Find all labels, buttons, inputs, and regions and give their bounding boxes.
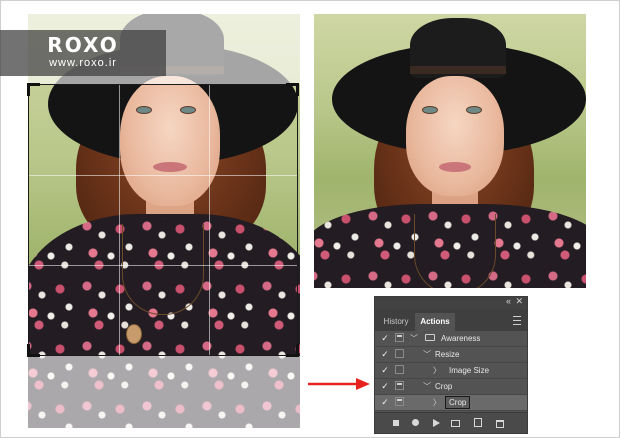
dialog-toggle-icon[interactable] bbox=[395, 333, 404, 342]
toggle-check-icon[interactable]: ✓ bbox=[379, 348, 391, 361]
right-photo bbox=[314, 14, 586, 288]
dialog-toggle-icon[interactable] bbox=[395, 397, 404, 406]
crop-grid-line bbox=[29, 265, 297, 266]
trash-icon[interactable] bbox=[495, 418, 505, 428]
crop-handle-top-right[interactable] bbox=[286, 83, 299, 96]
action-row-crop-step[interactable]: ✓ 〉 Crop bbox=[375, 395, 527, 411]
crop-grid-line bbox=[209, 85, 210, 355]
stop-icon[interactable] bbox=[391, 418, 401, 428]
toggle-check-icon[interactable]: ✓ bbox=[379, 364, 391, 377]
close-panel-icon[interactable]: ✕ bbox=[515, 296, 523, 307]
watermark-logo: ROXO bbox=[47, 33, 119, 57]
watermark: ROXO www.roxo.ir bbox=[0, 30, 166, 76]
actions-panel: « ✕ History Actions ✓ ﹀ Awareness ✓ ﹀ Re… bbox=[374, 296, 528, 434]
action-label: Crop bbox=[435, 382, 453, 391]
expand-chevron-icon[interactable]: ﹀ bbox=[423, 349, 431, 360]
collapse-panel-icon[interactable]: « bbox=[506, 296, 511, 306]
action-row-image-size[interactable]: ✓ 〉 Image Size bbox=[375, 363, 527, 379]
tab-actions[interactable]: Actions bbox=[415, 313, 455, 331]
dialog-toggle-icon[interactable] bbox=[395, 381, 404, 390]
action-label: Crop bbox=[445, 396, 471, 409]
toggle-check-icon[interactable]: ✓ bbox=[379, 332, 391, 345]
crop-handle-bottom-left[interactable] bbox=[27, 344, 40, 357]
crop-grid-line bbox=[119, 85, 120, 355]
expand-chevron-icon[interactable]: 〉 bbox=[433, 397, 441, 408]
expand-chevron-icon[interactable]: ﹀ bbox=[410, 333, 418, 344]
action-label: Resize bbox=[435, 350, 460, 359]
action-row-awareness[interactable]: ✓ ﹀ Awareness bbox=[375, 331, 527, 347]
expand-chevron-icon[interactable]: 〉 bbox=[433, 365, 441, 376]
record-icon[interactable] bbox=[411, 418, 421, 428]
new-action-icon[interactable] bbox=[473, 418, 483, 428]
action-row-resize[interactable]: ✓ ﹀ Resize bbox=[375, 347, 527, 363]
action-label: Image Size bbox=[449, 366, 490, 375]
action-row-crop[interactable]: ✓ ﹀ Crop bbox=[375, 379, 527, 395]
panel-bottom-toolbar bbox=[375, 412, 527, 433]
crop-center-crosshair-icon bbox=[160, 214, 169, 223]
red-arrow-icon bbox=[308, 378, 370, 390]
action-label: Awareness bbox=[441, 334, 481, 343]
new-set-icon[interactable] bbox=[451, 418, 461, 428]
panel-tabs: History Actions bbox=[375, 309, 527, 331]
actions-list: ✓ ﹀ Awareness ✓ ﹀ Resize ✓ 〉 Image Size … bbox=[375, 331, 527, 411]
crop-handle-top-left[interactable] bbox=[27, 83, 40, 96]
crop-mask-bottom bbox=[28, 356, 300, 428]
dialog-toggle-icon[interactable] bbox=[395, 365, 404, 374]
toggle-check-icon[interactable]: ✓ bbox=[379, 396, 391, 409]
crop-grid-line bbox=[29, 175, 297, 176]
action-set-folder-icon bbox=[425, 334, 435, 341]
tab-history[interactable]: History bbox=[379, 313, 413, 331]
watermark-url: www.roxo.ir bbox=[49, 57, 117, 69]
panel-menu-icon[interactable] bbox=[513, 316, 521, 325]
expand-chevron-icon[interactable]: ﹀ bbox=[423, 381, 431, 392]
play-icon[interactable] bbox=[431, 418, 441, 428]
toggle-check-icon[interactable]: ✓ bbox=[379, 380, 391, 393]
panel-top-bar: « ✕ bbox=[375, 296, 527, 309]
crop-handle-bottom-right[interactable] bbox=[286, 344, 299, 357]
dialog-toggle-icon[interactable] bbox=[395, 349, 404, 358]
